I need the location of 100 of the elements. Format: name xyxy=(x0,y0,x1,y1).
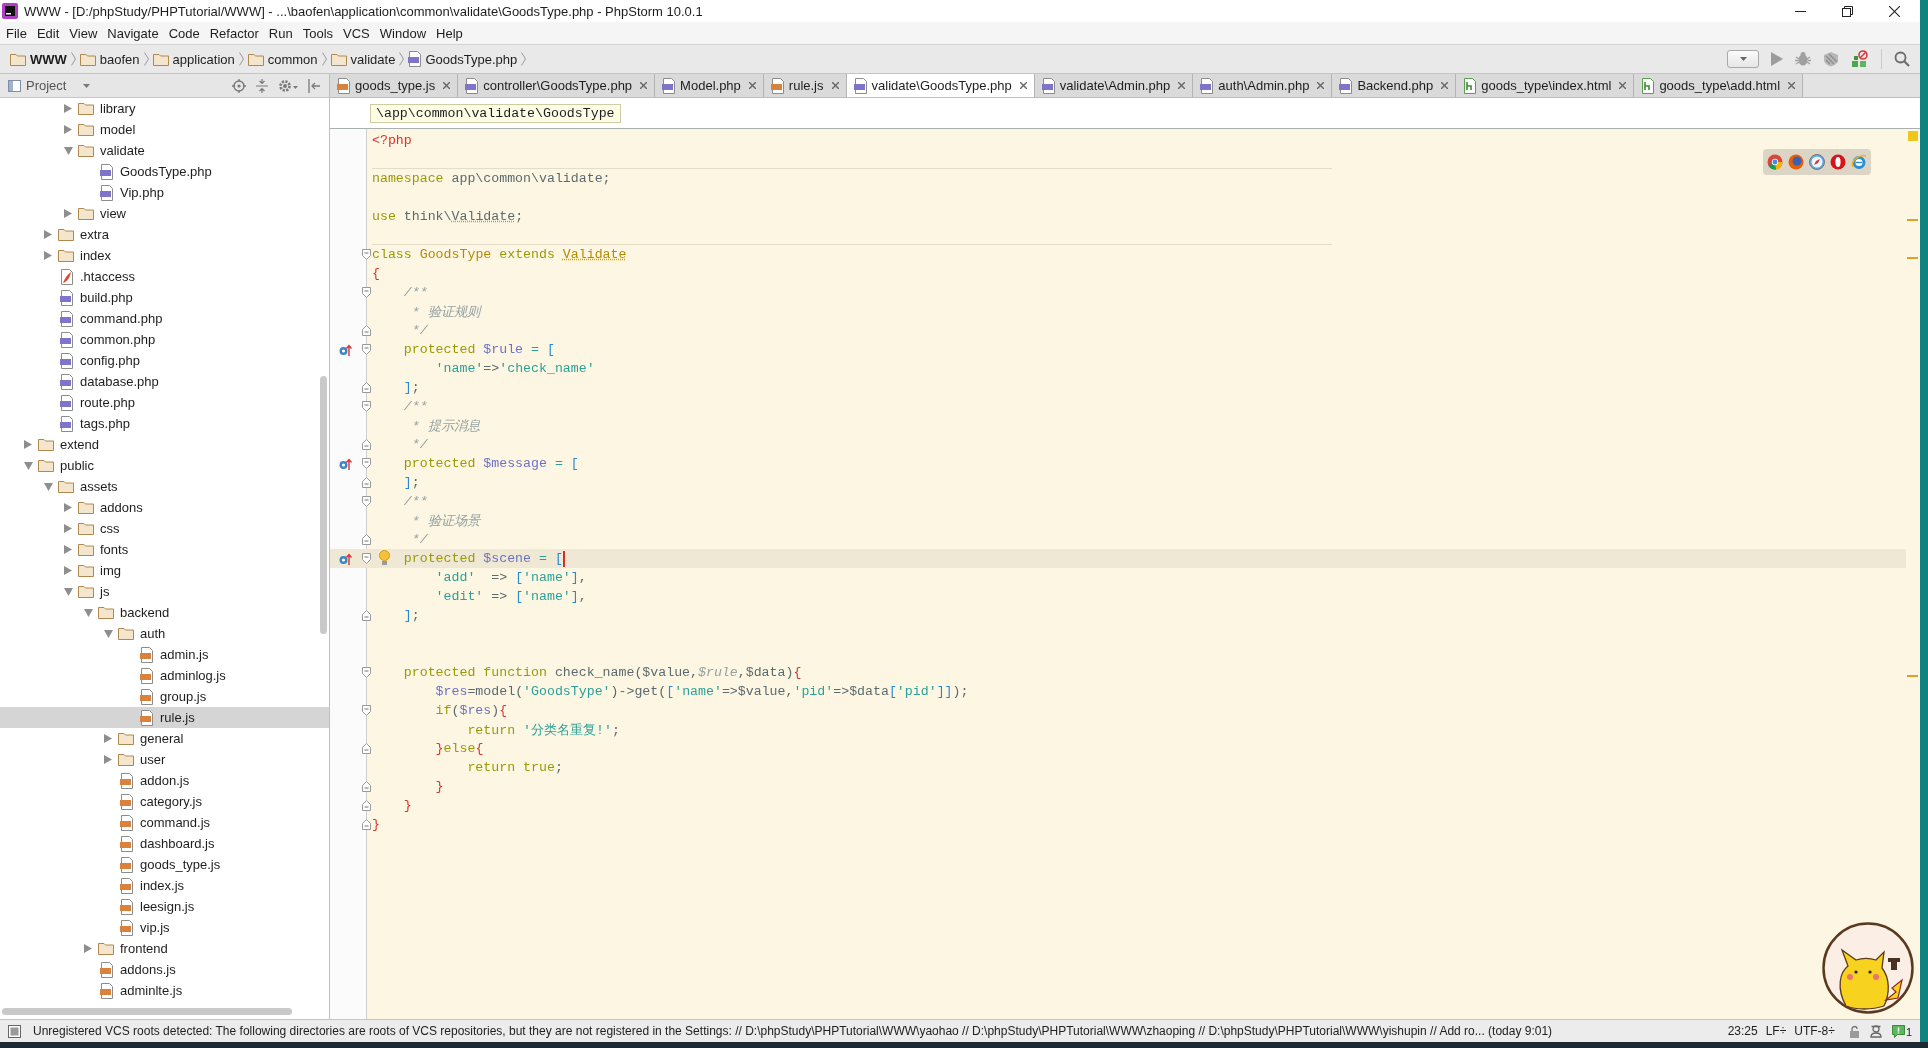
line-separator-selector[interactable]: LF÷ xyxy=(1765,1024,1787,1038)
fold-icon[interactable] xyxy=(361,344,371,355)
arrow-right-icon[interactable] xyxy=(64,104,72,113)
browser-icon[interactable] xyxy=(1788,154,1804,170)
crosshair-icon[interactable] xyxy=(232,78,246,93)
browser-icon[interactable] xyxy=(1767,154,1783,170)
tree-item[interactable]: public xyxy=(0,455,329,476)
tree-item[interactable]: js xyxy=(0,581,329,602)
fold-icon[interactable] xyxy=(361,287,371,298)
tree-item[interactable]: addons.js xyxy=(0,959,329,980)
tree-item[interactable]: model xyxy=(0,119,329,140)
arrow-right-icon[interactable] xyxy=(64,209,72,218)
tree-item[interactable]: index.js xyxy=(0,875,329,896)
bug-icon[interactable] xyxy=(1795,51,1811,67)
panel-toggle-icon[interactable] xyxy=(8,1024,21,1038)
browser-icon[interactable] xyxy=(1830,154,1846,170)
arrow-down-icon[interactable] xyxy=(23,461,33,470)
lock-icon[interactable] xyxy=(1848,1024,1860,1038)
menu-item[interactable]: VCS xyxy=(338,25,375,41)
tab[interactable]: validate\Admin.php xyxy=(1034,74,1194,97)
tree-item[interactable]: assets xyxy=(0,476,329,497)
tree-item[interactable]: css xyxy=(0,518,329,539)
arrow-down-icon[interactable] xyxy=(103,629,113,638)
fold-icon[interactable] xyxy=(361,610,371,621)
tree-item[interactable]: backend xyxy=(0,602,329,623)
fold-icon[interactable] xyxy=(361,249,371,260)
tree-item[interactable]: auth xyxy=(0,623,329,644)
tab[interactable]: auth\Admin.php xyxy=(1193,74,1333,97)
fold-icon[interactable] xyxy=(361,819,371,830)
arrow-right-icon[interactable] xyxy=(24,440,32,449)
lightbulb-icon[interactable] xyxy=(379,550,390,566)
tree-item[interactable]: view xyxy=(0,203,329,224)
menu-item[interactable]: View xyxy=(64,25,103,41)
fold-icon[interactable] xyxy=(361,553,371,564)
tree-item[interactable]: leesign.js xyxy=(0,896,329,917)
hide-panel-icon[interactable] xyxy=(308,78,321,93)
tree-item[interactable]: user xyxy=(0,749,329,770)
fold-icon[interactable] xyxy=(361,743,371,754)
fold-icon[interactable] xyxy=(361,439,371,450)
menu-item[interactable]: Tools xyxy=(297,25,339,41)
fold-icon[interactable] xyxy=(361,458,371,469)
tree-item[interactable]: tags.php xyxy=(0,413,329,434)
tree-item[interactable]: command.js xyxy=(0,812,329,833)
tree-item[interactable]: extend xyxy=(0,434,329,455)
fold-icon[interactable] xyxy=(361,781,371,792)
tree-item[interactable]: general xyxy=(0,728,329,749)
fold-icon[interactable] xyxy=(361,401,371,412)
tree-item[interactable]: adminlog.js xyxy=(0,665,329,686)
encoding-selector[interactable]: UTF-8÷ xyxy=(1794,1024,1835,1038)
menu-item[interactable]: Edit xyxy=(31,25,65,41)
arrow-right-icon[interactable] xyxy=(84,944,92,953)
arrow-down-icon[interactable] xyxy=(83,608,93,617)
no-entry-icon[interactable] xyxy=(1851,50,1869,68)
tab[interactable]: rule.js xyxy=(763,74,847,97)
tree-item[interactable]: command.php xyxy=(0,308,329,329)
arrow-right-icon[interactable] xyxy=(64,566,72,575)
tree-item[interactable]: addon.js xyxy=(0,770,329,791)
project-view-dropdown[interactable]: Project xyxy=(8,78,90,93)
collapse-icon[interactable] xyxy=(256,78,268,93)
arrow-right-icon[interactable] xyxy=(64,503,72,512)
menu-item[interactable]: Refactor xyxy=(204,25,264,41)
play-icon[interactable] xyxy=(1771,52,1783,66)
breadcrumb-item[interactable]: WWW xyxy=(6,51,71,67)
tree-item[interactable]: dashboard.js xyxy=(0,833,329,854)
menu-item[interactable]: Navigate xyxy=(102,25,164,41)
arrow-right-icon[interactable] xyxy=(104,734,112,743)
tab[interactable]: controller\GoodsType.php xyxy=(458,74,656,97)
person-icon[interactable] xyxy=(1868,1024,1883,1038)
tree-item[interactable]: validate xyxy=(0,140,329,161)
tree-item[interactable]: database.php xyxy=(0,371,329,392)
arrow-down-icon[interactable] xyxy=(43,482,53,491)
tree-item[interactable]: index xyxy=(0,245,329,266)
tab[interactable]: goods_type.js xyxy=(330,74,459,97)
browser-icon[interactable] xyxy=(1809,154,1825,170)
fold-icon[interactable] xyxy=(361,382,371,393)
breadcrumb-item[interactable]: baofen xyxy=(75,51,144,67)
settings-icon[interactable] xyxy=(278,78,298,93)
fold-icon[interactable] xyxy=(361,705,371,716)
menu-item[interactable]: Run xyxy=(263,25,298,41)
tree-item[interactable]: vip.js xyxy=(0,917,329,938)
tree-item[interactable]: build.php xyxy=(0,287,329,308)
tree-item[interactable]: extra xyxy=(0,224,329,245)
tree-item[interactable]: .htaccess xyxy=(0,266,329,287)
fold-icon[interactable] xyxy=(361,667,371,678)
arrow-right-icon[interactable] xyxy=(44,230,52,239)
tree-item[interactable]: Vip.php xyxy=(0,182,329,203)
search-icon[interactable] xyxy=(1894,51,1910,67)
tree-item[interactable]: admin.js xyxy=(0,644,329,665)
tree-item[interactable]: group.js xyxy=(0,686,329,707)
arrow-right-icon[interactable] xyxy=(64,524,72,533)
tree-item[interactable]: addons xyxy=(0,497,329,518)
tree-item[interactable]: GoodsType.php xyxy=(0,161,329,182)
caret-position[interactable]: 23:25 xyxy=(1727,1024,1758,1038)
breadcrumb-item[interactable]: common xyxy=(243,51,322,67)
breadcrumb-item[interactable]: application xyxy=(148,51,239,67)
close-icon[interactable] xyxy=(1889,5,1900,17)
run-config-dropdown[interactable] xyxy=(1727,50,1759,68)
fold-icon[interactable] xyxy=(361,477,371,488)
tree-item[interactable]: fonts xyxy=(0,539,329,560)
fold-icon[interactable] xyxy=(361,496,371,507)
